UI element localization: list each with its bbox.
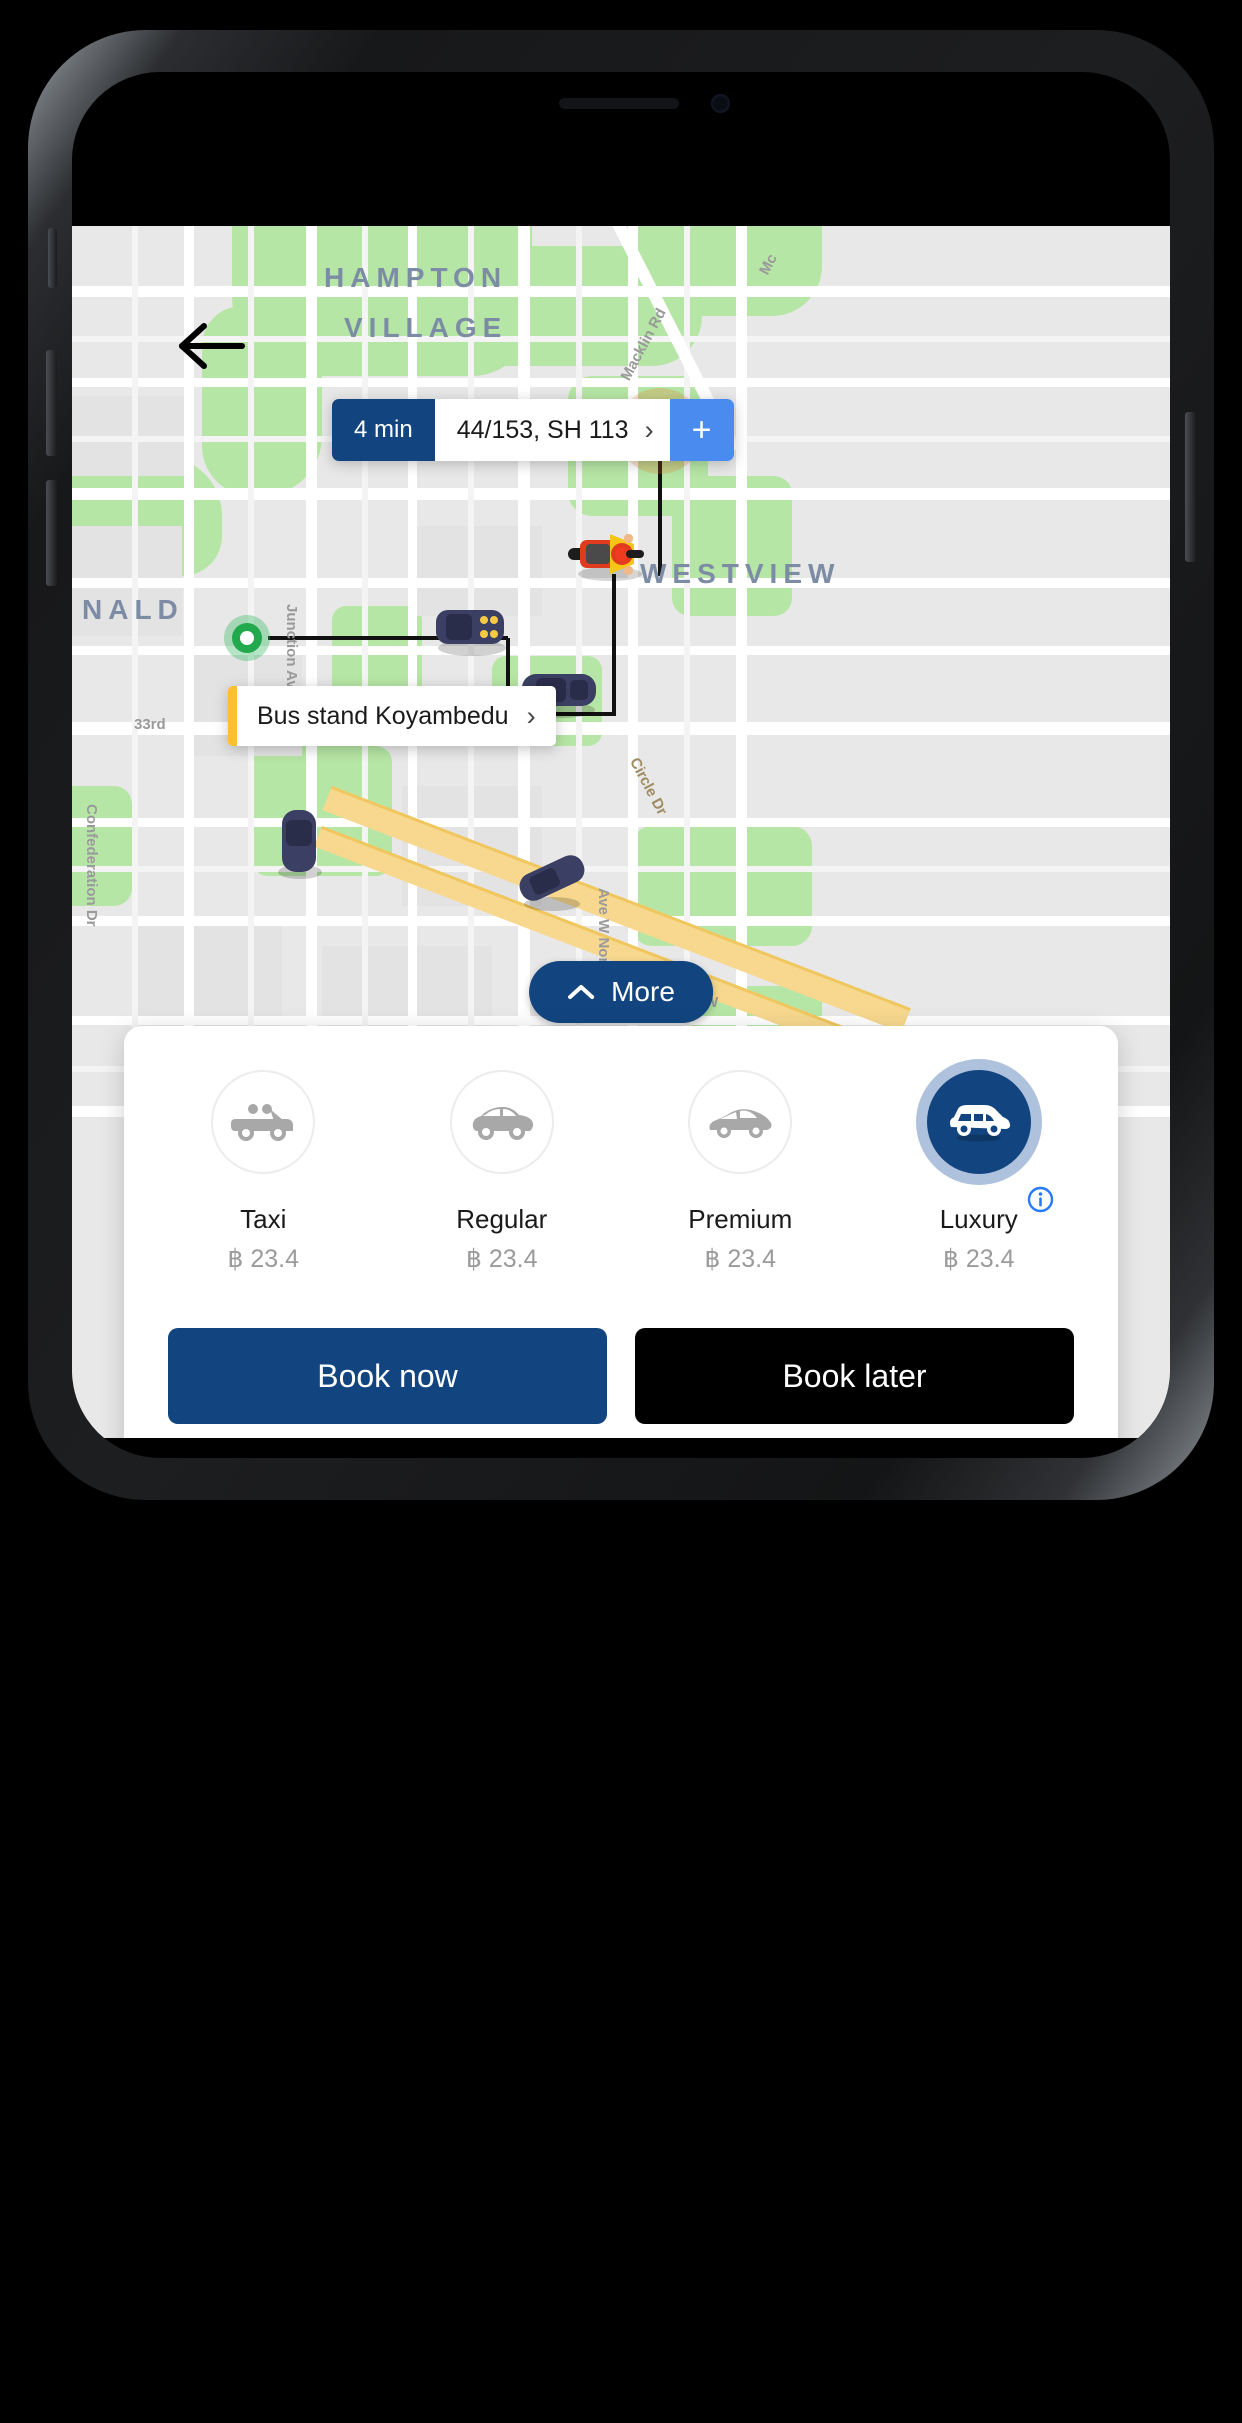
map-canvas[interactable]: HAMPTON VILLAGE WESTVIEW NALD Mc Macklin… bbox=[72, 226, 1170, 1438]
volume-down-button[interactable] bbox=[46, 480, 57, 586]
phone-device-frame: HAMPTON VILLAGE WESTVIEW NALD Mc Macklin… bbox=[28, 30, 1214, 1500]
sedan-car-icon bbox=[709, 1109, 772, 1138]
vehicle-type-list: Taxi ฿ 23.4 Regular ฿ 23.4 Premium ฿ 23.… bbox=[124, 1070, 1118, 1274]
chevron-right-icon: › bbox=[644, 414, 654, 445]
suv-car-icon bbox=[949, 1105, 1010, 1142]
ride-options-sheet: Taxi ฿ 23.4 Regular ฿ 23.4 Premium ฿ 23.… bbox=[124, 1026, 1118, 1438]
map-area-label: NALD bbox=[82, 594, 184, 625]
address-text: 44/153, SH 113 bbox=[456, 415, 629, 444]
car-marker-icon bbox=[436, 610, 506, 656]
vehicle-option-luxury[interactable]: Luxury ฿ 23.4 bbox=[914, 1070, 1054, 1274]
car-marker-icon bbox=[278, 810, 322, 879]
phone-screen-area: HAMPTON VILLAGE WESTVIEW NALD Mc Macklin… bbox=[72, 72, 1170, 1458]
taxi-car-icon bbox=[231, 1104, 294, 1141]
vehicle-icon-wrap bbox=[211, 1070, 316, 1174]
car-marker-icon bbox=[519, 855, 585, 911]
map-street-label: 33rd bbox=[134, 716, 166, 733]
destination-address-bar: 4 min 44/153, SH 113 › + bbox=[332, 399, 734, 461]
back-arrow-icon[interactable] bbox=[176, 318, 248, 374]
vehicle-price: ฿ 23.4 bbox=[942, 1245, 1015, 1273]
more-button-label: More bbox=[611, 976, 675, 1007]
map-area-label: VILLAGE bbox=[344, 312, 508, 343]
pickup-location-pill[interactable]: Bus stand Koyambedu › bbox=[228, 686, 556, 746]
book-later-button[interactable]: Book later bbox=[635, 1328, 1074, 1424]
pickup-accent-bar bbox=[228, 686, 237, 746]
address-field[interactable]: 44/153, SH 113 › bbox=[434, 399, 670, 461]
screenshot-root: HAMPTON VILLAGE WESTVIEW NALD Mc Macklin… bbox=[0, 0, 1242, 2423]
pickup-marker[interactable] bbox=[232, 623, 262, 653]
app-screen: HAMPTON VILLAGE WESTVIEW NALD Mc Macklin… bbox=[72, 226, 1170, 1438]
map-area-label: WESTVIEW bbox=[640, 558, 841, 589]
chevron-up-icon bbox=[568, 985, 595, 999]
mute-switch[interactable] bbox=[48, 228, 57, 288]
vehicle-price: ฿ 23.4 bbox=[227, 1245, 299, 1273]
book-now-button[interactable]: Book now bbox=[168, 1328, 607, 1424]
booking-actions: Book now Book later bbox=[124, 1328, 1118, 1424]
vehicle-name: Luxury bbox=[939, 1204, 1018, 1234]
vehicle-icon-wrap bbox=[926, 1070, 1031, 1174]
vehicle-name: Taxi bbox=[240, 1204, 287, 1234]
vehicle-price: ฿ 23.4 bbox=[704, 1245, 776, 1273]
eta-badge: 4 min bbox=[332, 399, 435, 461]
vehicle-icon-wrap bbox=[688, 1070, 793, 1174]
vehicle-icon-wrap bbox=[449, 1070, 554, 1174]
map-street-label: Confederation Dr bbox=[83, 804, 100, 927]
vehicle-price: ฿ 23.4 bbox=[465, 1245, 538, 1273]
vehicle-option-taxi[interactable]: Taxi ฿ 23.4 bbox=[198, 1070, 328, 1274]
vehicle-option-premium[interactable]: Premium ฿ 23.4 bbox=[675, 1070, 805, 1274]
earpiece-speaker bbox=[559, 98, 679, 109]
chevron-right-icon: › bbox=[526, 700, 536, 731]
map-street-label: Junction Ave bbox=[283, 604, 300, 698]
pickup-location-text: Bus stand Koyambedu bbox=[257, 701, 509, 730]
front-camera bbox=[711, 94, 730, 113]
info-icon[interactable] bbox=[1026, 1186, 1054, 1213]
volume-up-button[interactable] bbox=[46, 350, 57, 456]
vehicle-name: Premium bbox=[688, 1204, 793, 1234]
device-notch bbox=[411, 72, 831, 136]
more-button[interactable]: More bbox=[529, 961, 713, 1023]
hatchback-car-icon bbox=[472, 1106, 533, 1140]
route-line bbox=[612, 574, 616, 714]
vehicle-option-regular[interactable]: Regular ฿ 23.4 bbox=[437, 1070, 567, 1274]
power-button[interactable] bbox=[1185, 412, 1196, 562]
map-area-label: HAMPTON bbox=[324, 262, 508, 293]
add-stop-button[interactable]: + bbox=[669, 399, 734, 461]
vehicle-name: Regular bbox=[456, 1204, 548, 1234]
